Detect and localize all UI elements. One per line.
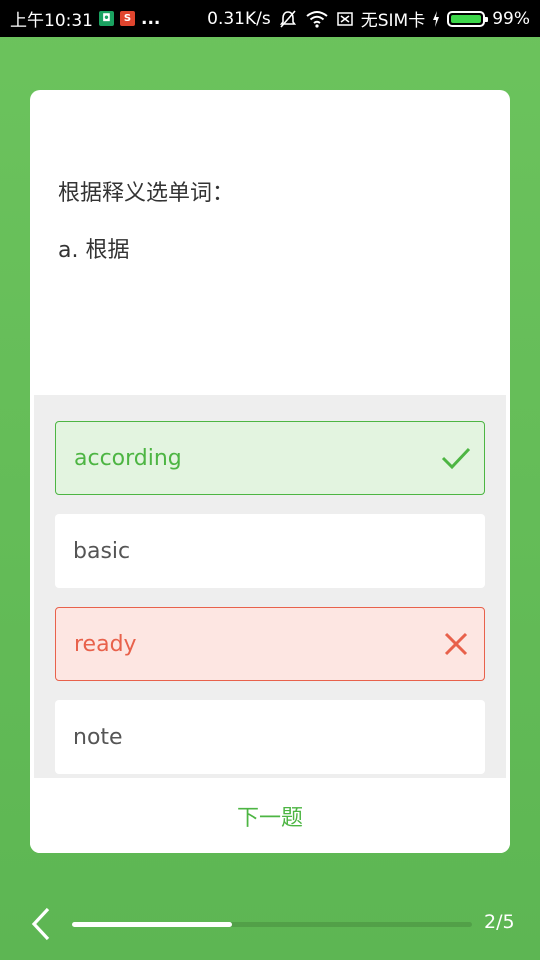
question-prompt: 根据释义选单词： bbox=[58, 181, 235, 206]
more-notifications-dots: ... bbox=[141, 8, 161, 29]
question-meaning: a. 根据 bbox=[58, 238, 130, 263]
network-speed: 0.31K/s bbox=[207, 8, 271, 29]
charging-icon bbox=[433, 10, 440, 27]
battery-icon bbox=[447, 10, 489, 27]
option-basic[interactable]: basic bbox=[55, 514, 485, 588]
progress-track bbox=[72, 922, 472, 927]
question-area: 根据释义选单词： a. 根据 bbox=[58, 175, 234, 264]
back-chevron-icon[interactable] bbox=[26, 906, 56, 942]
status-time: 上午10:31 bbox=[10, 11, 93, 31]
app-notification-icon: ◘ bbox=[99, 11, 114, 26]
bottom-bar: 2/5 bbox=[0, 890, 540, 960]
option-ready[interactable]: ready bbox=[55, 607, 485, 681]
progress-counter: 2/5 bbox=[484, 911, 515, 933]
close-icon bbox=[444, 632, 468, 656]
option-label: basic bbox=[73, 538, 131, 564]
battery-percent: 99% bbox=[492, 8, 530, 29]
status-bar: 上午10:31 ◘ S ... 0.31K/s 无SIM卡 99% bbox=[0, 0, 540, 37]
sim-status: 无SIM卡 bbox=[360, 11, 426, 31]
weibo-notification-icon: S bbox=[120, 11, 135, 26]
question-card: 根据释义选单词： a. 根据 according basic ready not… bbox=[30, 90, 510, 853]
next-question-button[interactable]: 下一题 bbox=[30, 778, 510, 853]
check-icon bbox=[441, 447, 471, 470]
option-label: ready bbox=[74, 631, 137, 657]
option-note[interactable]: note bbox=[55, 700, 485, 774]
no-sim-icon bbox=[336, 11, 353, 26]
wifi-icon bbox=[306, 10, 328, 28]
progress-fill bbox=[72, 922, 232, 927]
mute-bell-icon bbox=[279, 9, 296, 28]
option-label: note bbox=[73, 724, 123, 750]
options-list: according basic ready note bbox=[34, 395, 506, 778]
option-according[interactable]: according bbox=[55, 421, 485, 495]
option-label: according bbox=[74, 445, 182, 471]
